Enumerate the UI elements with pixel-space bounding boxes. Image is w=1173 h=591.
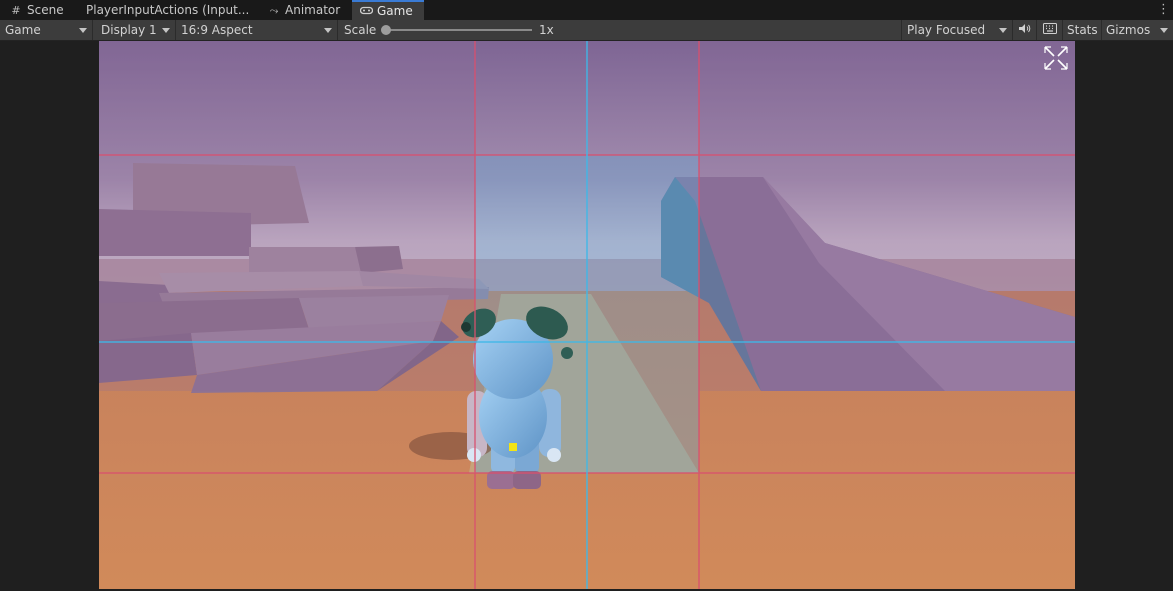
- stats-button[interactable]: Stats: [1063, 20, 1102, 40]
- tab-animator-label: Animator: [285, 3, 341, 17]
- scale-slider-handle[interactable]: [381, 25, 391, 35]
- aspect-select-value: 16:9 Aspect: [181, 23, 253, 37]
- outer-tint-left: [99, 41, 475, 391]
- more-options-icon[interactable]: ⋮: [1157, 2, 1170, 18]
- play-mode-select-value: Play Focused: [907, 23, 986, 37]
- chevron-down-icon: [999, 28, 1007, 33]
- view-select-value: Game: [5, 23, 41, 37]
- tab-animator[interactable]: ⤳ Animator: [260, 0, 348, 20]
- aspect-select[interactable]: 16:9 Aspect: [176, 20, 338, 40]
- game-scene: [99, 41, 1075, 589]
- tab-game[interactable]: Game: [352, 0, 424, 20]
- keyboard-icon: [1043, 23, 1057, 37]
- scale-value: 1x: [539, 23, 554, 37]
- speaker-icon: [1018, 23, 1031, 37]
- chevron-down-icon: [324, 28, 332, 33]
- game-viewport[interactable]: [99, 41, 1075, 589]
- chevron-down-icon: [1160, 28, 1168, 33]
- chevron-down-icon: [162, 28, 170, 33]
- gizmos-select[interactable]: Gizmos: [1102, 20, 1173, 40]
- chevron-down-icon: [79, 28, 87, 33]
- play-mode-select[interactable]: Play Focused: [901, 20, 1013, 40]
- grid-icon: #: [11, 4, 21, 17]
- tab-scene[interactable]: # Scene: [2, 0, 72, 20]
- outer-tint-right: [699, 41, 1075, 391]
- tab-bar: # Scene PlayerInputActions (Input... ⤳ Ani…: [0, 0, 1173, 21]
- tab-player-input-actions-label: PlayerInputActions (Input...: [86, 3, 250, 17]
- keyboard-shortcuts-button[interactable]: [1037, 20, 1063, 40]
- gamepad-icon: [359, 3, 374, 21]
- display-select-value: Display 1: [101, 23, 157, 37]
- player-pivot-marker: [509, 443, 517, 451]
- mute-audio-button[interactable]: [1013, 20, 1037, 40]
- scale-slider-track[interactable]: [386, 29, 532, 31]
- animator-icon: ⤳: [269, 4, 279, 17]
- game-toolbar: Game Display 1 16:9 Aspect Scale 1x Play…: [0, 20, 1173, 41]
- tab-scene-label: Scene: [27, 3, 64, 17]
- display-select[interactable]: Display 1: [96, 20, 176, 40]
- view-select[interactable]: Game: [0, 20, 93, 40]
- tab-player-input-actions[interactable]: PlayerInputActions (Input...: [78, 0, 250, 20]
- maximize-icon[interactable]: [1043, 45, 1069, 71]
- gizmos-label: Gizmos: [1106, 23, 1151, 37]
- scale-label: Scale: [344, 23, 377, 37]
- tab-game-label: Game: [377, 4, 413, 18]
